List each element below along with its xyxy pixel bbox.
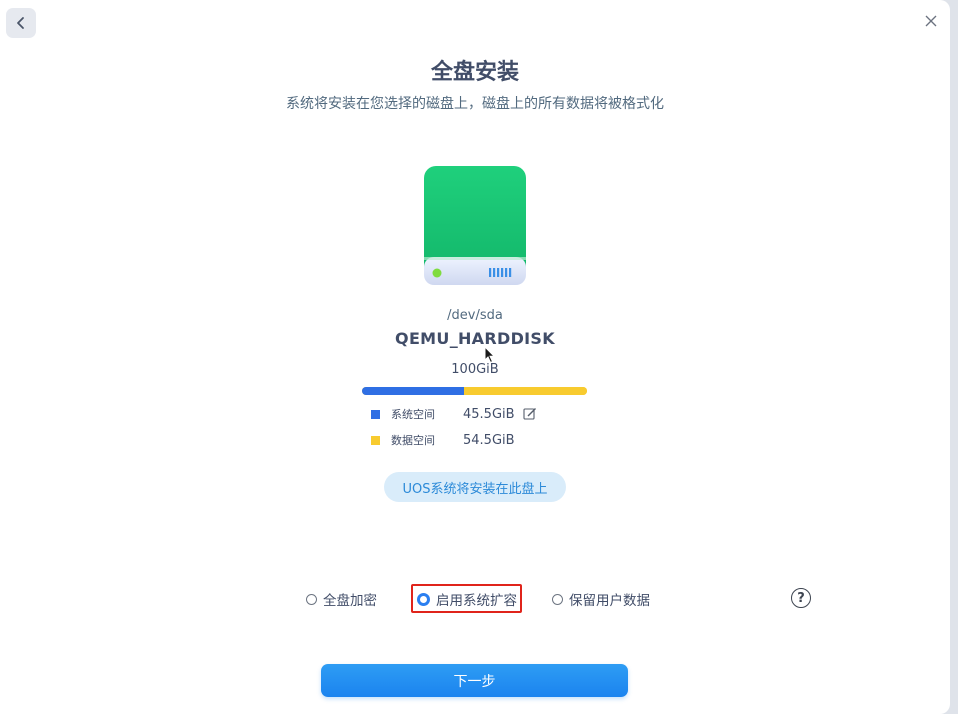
- disk-path: /dev/sda: [447, 308, 503, 323]
- option-keep-user-data[interactable]: 保留用户数据: [552, 590, 650, 609]
- mouse-cursor-icon: [484, 346, 496, 364]
- system-space-swatch: [371, 409, 380, 419]
- close-icon: [925, 15, 937, 27]
- radio-keep-user-data[interactable]: [552, 593, 563, 605]
- page-title: 全盘安装: [430, 60, 519, 85]
- data-space-swatch: [371, 435, 380, 445]
- option-enable-system-expansion[interactable]: 启用系统扩容: [417, 590, 517, 609]
- system-space-value: 45.5GiB: [463, 406, 515, 422]
- legend-data-space: 数据空间 54.5GiB: [371, 432, 515, 448]
- disk-size: 100GiB: [451, 362, 499, 377]
- legend-system-space: 系统空间 45.5GiB: [371, 406, 537, 422]
- back-button[interactable]: [6, 8, 36, 38]
- close-button[interactable]: [920, 10, 942, 32]
- help-button[interactable]: ?: [791, 588, 811, 608]
- data-space-value: 54.5GiB: [463, 432, 515, 448]
- edit-icon[interactable]: [523, 407, 537, 421]
- usage-bar-system-segment: [362, 387, 465, 395]
- option-label: 全盘加密: [323, 593, 377, 609]
- radio-enable-system-expansion[interactable]: [417, 592, 430, 606]
- system-space-label: 系统空间: [391, 408, 435, 421]
- option-label: 保留用户数据: [569, 593, 650, 609]
- installer-window: 全盘安装 系统将安装在您选择的磁盘上，磁盘上的所有数据将被格式化 /dev/sd…: [0, 0, 950, 714]
- disk-name: QEMU_HARDDISK: [395, 329, 555, 348]
- disk-usage-bar: [362, 387, 587, 395]
- usage-bar-data-segment: [464, 387, 587, 395]
- chevron-left-icon: [17, 17, 24, 29]
- page-subtitle: 系统将安装在您选择的磁盘上，磁盘上的所有数据将被格式化: [286, 96, 664, 112]
- radio-full-disk-encryption[interactable]: [306, 593, 317, 605]
- option-label: 启用系统扩容: [436, 593, 517, 609]
- data-space-label: 数据空间: [391, 434, 435, 447]
- option-full-disk-encryption[interactable]: 全盘加密: [306, 590, 377, 609]
- hard-disk-icon[interactable]: [423, 165, 527, 289]
- question-circle-icon: ?: [797, 590, 805, 606]
- install-target-badge: UOS系统将安装在此盘上: [384, 472, 566, 502]
- next-button[interactable]: 下一步: [321, 664, 628, 697]
